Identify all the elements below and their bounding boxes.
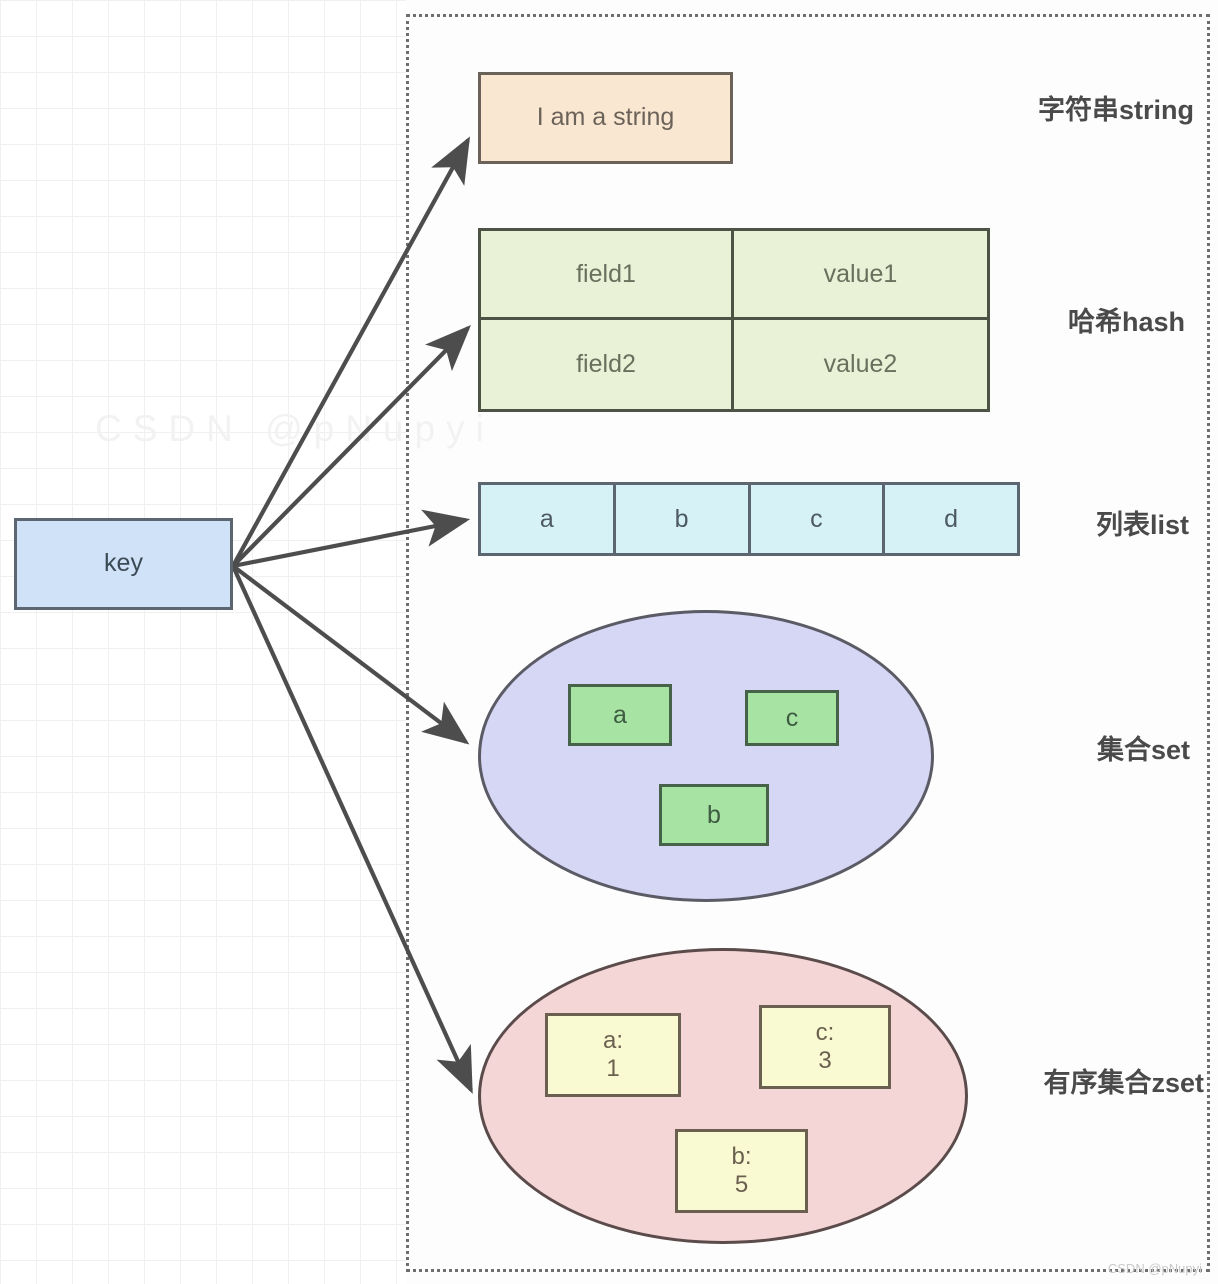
type-label-list: 列表list: [1095, 510, 1189, 540]
type-label-zset: 有序集合zset: [1043, 1068, 1204, 1098]
zset-item: b: 5: [675, 1129, 808, 1213]
set-item: b: [659, 784, 769, 846]
hash-table[interactable]: field1 value1 field2 value2: [478, 228, 990, 412]
zset-member: c:: [815, 1018, 835, 1046]
list-item: d: [885, 485, 1017, 553]
key-node[interactable]: key: [14, 518, 233, 610]
zset-item: a: 1: [545, 1013, 681, 1097]
zset-score: 3: [818, 1047, 832, 1074]
type-label-hash: 哈希hash: [1067, 307, 1185, 337]
set-item: c: [745, 690, 839, 746]
type-label-string: 字符串string: [1037, 95, 1194, 125]
set-item: a: [568, 684, 672, 746]
diagram-canvas: CSDN @pNupyi key I am a string 字符串string…: [0, 0, 1218, 1284]
list-item: a: [481, 485, 616, 553]
zset-item: c: 3: [759, 1005, 891, 1089]
set-ellipse[interactable]: [478, 610, 934, 902]
hash-value-cell: value1: [734, 231, 987, 320]
zset-member: b:: [731, 1142, 752, 1170]
zset-score: 5: [734, 1171, 749, 1198]
corner-watermark: CSDN @pNupyi: [1107, 1261, 1202, 1276]
zset-score: 1: [606, 1055, 620, 1082]
list-strip[interactable]: a b c d: [478, 482, 1020, 556]
hash-field-cell: field2: [481, 320, 734, 409]
list-item: b: [615, 485, 751, 553]
string-value-box[interactable]: I am a string: [478, 72, 733, 164]
list-item: c: [750, 485, 886, 553]
zset-member: a:: [602, 1026, 623, 1054]
hash-value-cell: value2: [734, 320, 987, 409]
hash-field-cell: field1: [481, 231, 734, 320]
type-label-set: 集合set: [1096, 735, 1190, 765]
